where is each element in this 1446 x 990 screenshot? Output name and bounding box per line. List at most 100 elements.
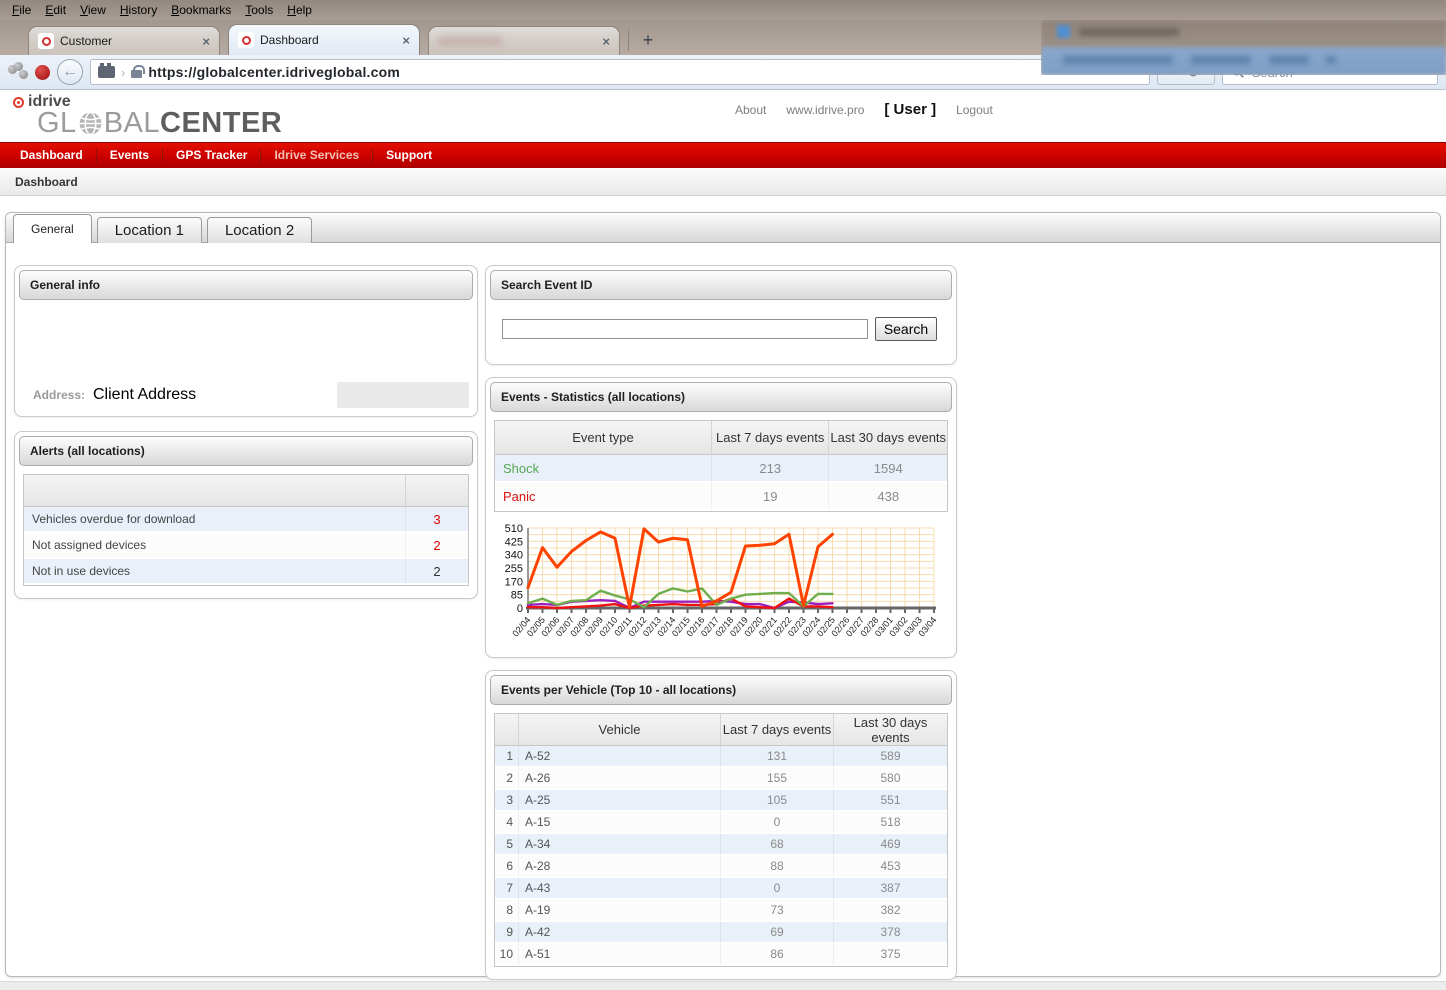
address-value[interactable]: Client Address: [89, 382, 337, 408]
vehicle-rank: 5: [495, 834, 519, 856]
vehicle-name: A-51: [519, 944, 721, 966]
vehicle-last7: 105: [721, 790, 834, 812]
vehicle-table-body: 1A-521315892A-261555803A-251055514A-1505…: [495, 746, 947, 966]
menu-item-help[interactable]: Help: [281, 1, 320, 19]
alert-value: 2: [406, 533, 468, 559]
vehicle-name: A-34: [519, 834, 721, 856]
vehicle-rank: 9: [495, 922, 519, 944]
url-text[interactable]: https://globalcenter.idriveglobal.com: [148, 64, 400, 80]
alert-label: Vehicles overdue for download: [24, 507, 406, 533]
tab-general[interactable]: General: [13, 214, 92, 243]
record-indicator-icon[interactable]: [35, 65, 50, 80]
search-event-title: Search Event ID: [490, 270, 952, 300]
vehicle-last30: 551: [834, 790, 947, 812]
nav-item-events[interactable]: Events: [97, 149, 163, 162]
vehicle-rank: 8: [495, 900, 519, 922]
vehicle-col-header: [495, 714, 519, 746]
general-info-title: General info: [19, 270, 473, 300]
vehicle-row: 7A-430387: [495, 878, 947, 900]
svg-text:85: 85: [511, 590, 523, 602]
idrive-ring-icon: [13, 97, 24, 108]
logout-link[interactable]: Logout: [956, 103, 993, 117]
tab-close-icon[interactable]: ×: [602, 35, 610, 48]
https-lock-icon: [131, 70, 142, 78]
alerts-panel: Alerts (all locations) Vehicles overdue …: [14, 431, 478, 599]
tab-close-icon[interactable]: ×: [402, 34, 410, 47]
stats-row: Panic19438: [495, 483, 947, 511]
address-row: Address: Client Address: [23, 382, 469, 408]
vehicle-row: 9A-4269378: [495, 922, 947, 944]
stats-col-header: Last 7 days events: [712, 421, 830, 455]
about-link[interactable]: About: [735, 103, 766, 117]
vehicle-last30: 518: [834, 812, 947, 834]
menu-item-tools[interactable]: Tools: [239, 1, 281, 19]
vehicle-rank: 6: [495, 856, 519, 878]
breadcrumb: Dashboard: [15, 175, 78, 189]
menu-item-view[interactable]: View: [74, 1, 114, 19]
browser-tab-dashboard[interactable]: Dashboard×: [228, 24, 420, 55]
tab-location-2[interactable]: Location 2: [207, 217, 312, 243]
event-id-input[interactable]: [502, 319, 868, 339]
vehicle-row: 10A-5186375: [495, 944, 947, 966]
menu-item-bookmarks[interactable]: Bookmarks: [165, 1, 239, 19]
browser-tab-strip: Customer×Dashboard×× +: [0, 20, 1446, 55]
site-identity-icon[interactable]: [98, 66, 115, 78]
vehicle-name: A-43: [519, 878, 721, 900]
stats-last7: 19: [712, 483, 830, 511]
vehicle-rank: 10: [495, 944, 519, 966]
back-button[interactable]: ←: [57, 59, 83, 85]
vehicle-last30: 387: [834, 878, 947, 900]
idrive-pro-link[interactable]: www.idrive.pro: [786, 103, 864, 117]
browser-menu-bar: FileEditViewHistoryBookmarksToolsHelp: [0, 0, 1446, 20]
vehicle-last7: 0: [721, 878, 834, 900]
vehicle-last30: 378: [834, 922, 947, 944]
blurred-tab-title: [438, 36, 502, 47]
vehicle-col-header: Vehicle: [519, 714, 721, 746]
extension-paw-icon[interactable]: [8, 65, 28, 79]
event-statistics-table: Event typeLast 7 days eventsLast 30 days…: [494, 420, 948, 512]
blurred-background-window: [1041, 20, 1446, 75]
main-nav-bar: DashboardEventsGPS TrackerIdrive Service…: [0, 142, 1446, 168]
chevron-separator-icon: ›: [121, 65, 125, 80]
tab-close-icon[interactable]: ×: [202, 35, 210, 48]
vehicle-rank: 7: [495, 878, 519, 900]
vehicle-last30: 469: [834, 834, 947, 856]
nav-item-dashboard[interactable]: Dashboard: [7, 149, 97, 162]
vehicle-last30: 382: [834, 900, 947, 922]
user-label[interactable]: [ User ]: [884, 101, 936, 118]
nav-item-gps-tracker[interactable]: GPS Tracker: [163, 149, 261, 162]
tab-divider: [628, 29, 629, 51]
vehicle-row: 8A-1973382: [495, 900, 947, 922]
address-bar[interactable]: › https://globalcenter.idriveglobal.com: [90, 59, 1150, 85]
stats-last30: 1594: [829, 455, 947, 483]
stats-col-header: Event type: [495, 421, 712, 455]
site-header: idrive GL BAL CENTER About www.idrive.pr…: [0, 90, 1446, 142]
address-label: Address:: [23, 388, 89, 402]
menu-item-history[interactable]: History: [114, 1, 165, 19]
back-arrow-icon: ←: [62, 63, 78, 81]
svg-text:510: 510: [505, 523, 523, 535]
logo-gl: GL: [37, 111, 77, 136]
menu-item-edit[interactable]: Edit: [39, 1, 74, 19]
tab-location-1[interactable]: Location 1: [97, 217, 202, 243]
new-tab-button[interactable]: +: [633, 27, 663, 53]
vehicle-row: 2A-26155580: [495, 768, 947, 790]
stats-col-header: Last 30 days events: [829, 421, 947, 455]
nav-item-support[interactable]: Support: [373, 149, 445, 162]
vehicle-rank: 1: [495, 746, 519, 768]
vehicle-header-row: VehicleLast 7 days eventsLast 30 days ev…: [495, 714, 947, 746]
stats-last30: 438: [829, 483, 947, 511]
alert-value: 2: [406, 559, 468, 585]
menu-item-file[interactable]: File: [6, 1, 39, 19]
stats-row: Shock2131594: [495, 455, 947, 483]
vehicle-last30: 580: [834, 768, 947, 790]
stats-event-type: Shock: [495, 455, 712, 483]
logo-bal: BAL: [104, 111, 160, 136]
browser-tab-customer[interactable]: Customer×: [28, 26, 220, 55]
browser-tab-blurred[interactable]: ×: [428, 26, 620, 55]
event-search-button[interactable]: Search: [875, 317, 937, 341]
vehicle-last7: 131: [721, 746, 834, 768]
vehicle-name: A-19: [519, 900, 721, 922]
nav-item-idrive-services[interactable]: Idrive Services: [261, 149, 373, 162]
vehicle-col-header: Last 30 days events: [834, 714, 947, 746]
